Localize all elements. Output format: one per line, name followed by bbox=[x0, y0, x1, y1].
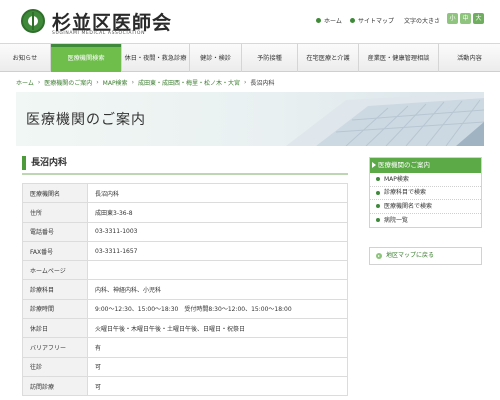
back-to-map-link[interactable]: 地区マップに戻る bbox=[369, 247, 482, 265]
sidebar-item-name-search[interactable]: 医療機関名で検索 bbox=[370, 200, 481, 214]
breadcrumb: ホーム › 医療機関のご案内 › MAP検索 › 成田東・成田西・梅里・松ノ木・… bbox=[16, 78, 274, 87]
sidebar-item-map-search[interactable]: MAP検索 bbox=[370, 173, 481, 187]
table-row: 電話番号 03-3311-1003 bbox=[22, 221, 348, 242]
sidebar-item-hospital-list[interactable]: 病院一覧 bbox=[370, 214, 481, 228]
field-label: バリアフリー bbox=[22, 337, 88, 358]
nav-item-emergency[interactable]: 休日・夜間・救急診療 bbox=[122, 44, 190, 72]
bullet-icon bbox=[376, 190, 380, 195]
font-size-large-button[interactable]: 大 bbox=[473, 13, 484, 24]
field-label: 診療科目 bbox=[22, 279, 88, 300]
field-label: 住所 bbox=[22, 202, 88, 223]
field-value: 長沼内科 bbox=[87, 182, 348, 204]
sidebar-menu: 医療機関のご案内 MAP検索 診療科目で検索 医療機関名で検索 病院一覧 bbox=[369, 157, 482, 228]
bullet-icon bbox=[376, 177, 380, 182]
field-value: 内科、神経内科、小児科 bbox=[87, 279, 348, 300]
chevron-right-icon: › bbox=[131, 79, 134, 86]
field-value[interactable] bbox=[87, 260, 348, 281]
bullet-icon bbox=[376, 204, 380, 209]
sidebar-item-label: 病院一覧 bbox=[384, 216, 409, 224]
field-value: 03-3311-1657 bbox=[87, 240, 348, 262]
site-logo-subtitle: SUGINAMI MEDICAL ASSOCIATION bbox=[52, 31, 146, 36]
field-value: 火曜日午後・木曜日午後・土曜日午後、日曜日・祝祭日 bbox=[87, 318, 348, 339]
table-row: ホームページ bbox=[22, 260, 348, 281]
page-banner: 医療機関のご案内 bbox=[16, 92, 484, 146]
nav-item-vaccination[interactable]: 予防接種 bbox=[242, 44, 298, 72]
field-label: 休診日 bbox=[22, 318, 88, 339]
bullet-icon bbox=[376, 218, 380, 223]
table-row: 往診可 bbox=[22, 356, 348, 377]
field-value: 成田東3-36-8 bbox=[87, 202, 348, 223]
field-label: 往診 bbox=[22, 356, 88, 377]
breadcrumb-map-search[interactable]: MAP検索 bbox=[103, 78, 128, 87]
logo-emblem-icon[interactable] bbox=[21, 9, 45, 33]
field-label: ホームページ bbox=[22, 260, 88, 281]
banner-title: 医療機関のご案内 bbox=[26, 112, 146, 128]
field-value: 可 bbox=[87, 375, 348, 397]
nav-item-checkup[interactable]: 健診・検診 bbox=[190, 44, 242, 72]
breadcrumb-area[interactable]: 成田東・成田西・梅里・松ノ木・大宮 bbox=[138, 78, 240, 87]
table-row: 診療科目 内科、神経内科、小児科 bbox=[22, 279, 348, 300]
font-size-label: 文字の大きさ bbox=[404, 18, 441, 25]
nav-item-activities[interactable]: 活動内容 bbox=[439, 44, 500, 72]
table-row: FAX番号 03-3311-1657 bbox=[22, 240, 348, 262]
sidebar-item-label: MAP検索 bbox=[384, 175, 409, 183]
sidebar-title-label: 医療機関のご案内 bbox=[378, 161, 430, 169]
nav-item-home-care[interactable]: 在宅医療と介護 bbox=[298, 44, 359, 72]
arrow-right-icon bbox=[376, 253, 382, 259]
table-row: バリアフリー有 bbox=[22, 337, 348, 358]
back-to-map-label: 地区マップに戻る bbox=[386, 252, 435, 259]
field-label: 診療時間 bbox=[22, 298, 88, 320]
site-header: 杉並区医師会 SUGINAMI MEDICAL ASSOCIATION ホーム … bbox=[0, 0, 500, 43]
table-row: 休診日 火曜日午後・木曜日午後・土曜日午後、日曜日・祝祭日 bbox=[22, 318, 348, 339]
triangle-right-icon bbox=[372, 162, 376, 168]
field-value: 03-3311-1003 bbox=[87, 221, 348, 242]
breadcrumb-clinic-guide[interactable]: 医療機関のご案内 bbox=[44, 78, 92, 87]
chevron-right-icon: › bbox=[37, 79, 41, 86]
field-value: 9:00～12:30、15:00～18:30 受付時間8:30～12:00、15… bbox=[87, 298, 348, 320]
bullet-icon bbox=[350, 18, 355, 23]
sidebar-title: 医療機関のご案内 bbox=[370, 158, 481, 173]
home-link-label: ホーム bbox=[324, 18, 342, 25]
sitemap-link[interactable]: サイトマップ bbox=[350, 16, 394, 25]
clinic-info-table: 医療機関名 長沼内科 住所 成田東3-36-8 電話番号 03-3311-1003 F… bbox=[22, 182, 348, 397]
table-row: 診療時間 9:00～12:30、15:00～18:30 受付時間8:30～12:0… bbox=[22, 298, 348, 320]
divider bbox=[22, 173, 348, 175]
chevron-right-icon: › bbox=[243, 79, 247, 86]
field-label: 医療機関名 bbox=[22, 182, 88, 204]
table-row: 住所 成田東3-36-8 bbox=[22, 202, 348, 223]
font-size-small-button[interactable]: 小 bbox=[447, 13, 458, 24]
chevron-right-icon: › bbox=[96, 79, 99, 86]
field-label: 訪問診療 bbox=[22, 375, 88, 397]
home-link[interactable]: ホーム bbox=[316, 16, 342, 25]
table-row: 訪問診療可 bbox=[22, 375, 348, 397]
sidebar-item-label: 医療機関名で検索 bbox=[384, 202, 433, 210]
sitemap-link-label: サイトマップ bbox=[358, 18, 395, 25]
font-size-medium-button[interactable]: 中 bbox=[460, 13, 471, 24]
field-value: 可 bbox=[87, 356, 348, 377]
nav-item-occupational[interactable]: 産業医・健康管理相談 bbox=[359, 44, 439, 72]
breadcrumb-current: 長沼内科 bbox=[250, 80, 275, 87]
field-label: FAX番号 bbox=[22, 240, 88, 262]
nav-item-news[interactable]: お知らせ bbox=[0, 44, 51, 72]
bullet-icon bbox=[316, 18, 321, 23]
breadcrumb-home[interactable]: ホーム bbox=[16, 78, 34, 87]
table-row: 医療機関名 長沼内科 bbox=[22, 182, 348, 204]
sidebar-item-subject-search[interactable]: 診療科目で検索 bbox=[370, 187, 481, 200]
field-value: 有 bbox=[87, 337, 348, 358]
nav-item-clinic-search[interactable]: 医療機関検索 bbox=[51, 44, 122, 72]
sidebar-item-label: 診療科目で検索 bbox=[384, 189, 427, 196]
global-nav: お知らせ 医療機関検索 休日・夜間・救急診療 健診・検診 予防接種 在宅医療と介… bbox=[0, 43, 500, 72]
field-label: 電話番号 bbox=[22, 221, 88, 242]
clinic-name-heading: 長沼内科 bbox=[22, 156, 348, 170]
